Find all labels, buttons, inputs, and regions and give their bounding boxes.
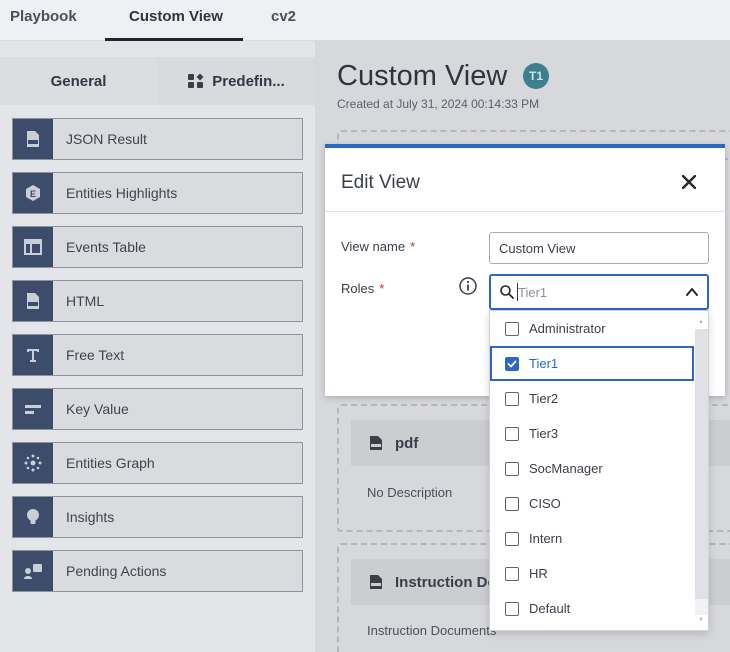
checkbox[interactable] <box>505 426 519 441</box>
lightbulb-icon <box>13 497 53 537</box>
checkbox[interactable] <box>505 321 519 336</box>
dialog-title: Edit View <box>341 172 420 193</box>
top-tab-bar: Playbook Custom View cv2 <box>0 0 730 41</box>
option-label: Tier1 <box>529 356 559 371</box>
checkbox[interactable] <box>505 531 519 546</box>
option-label: Tier3 <box>529 426 559 441</box>
close-icon <box>682 175 696 189</box>
scroll-up-icon[interactable]: ▲ <box>698 319 704 325</box>
dialog-divider <box>325 211 725 212</box>
widget-label: Free Text <box>66 347 125 363</box>
html-file-icon <box>13 281 53 321</box>
view-name-input[interactable]: Custom View <box>489 232 709 264</box>
tab-cv2[interactable]: cv2 <box>271 8 296 25</box>
role-option-hr[interactable]: HR <box>490 556 694 591</box>
role-option-tier1[interactable]: Tier1 <box>490 346 694 381</box>
required-marker: * <box>379 281 385 296</box>
widget-label: Entities Graph <box>66 455 155 471</box>
entity-hexagon-icon: E <box>13 173 53 213</box>
roles-label: Roles * <box>341 281 384 296</box>
role-option-socmanager[interactable]: SocManager <box>490 451 694 486</box>
close-button[interactable] <box>677 170 701 194</box>
file-icon <box>370 436 382 450</box>
checkbox[interactable] <box>505 391 519 406</box>
option-label: SocManager <box>529 461 603 476</box>
role-option-ciso[interactable]: CISO <box>490 486 694 521</box>
widget-json-result[interactable]: JSON Result <box>12 118 303 160</box>
scroll-down-icon[interactable]: ▼ <box>698 617 704 623</box>
role-option-tier3[interactable]: Tier3 <box>490 416 694 451</box>
widget-free-text[interactable]: Free Text <box>12 334 303 376</box>
widget-pending-actions[interactable]: Pending Actions <box>12 550 303 592</box>
role-option-intern[interactable]: Intern <box>490 521 694 556</box>
sidebar-tabs: General Predefin... <box>0 57 315 105</box>
checkbox[interactable] <box>505 461 519 476</box>
svg-text:E: E <box>30 189 36 199</box>
role-option-default[interactable]: Default <box>490 591 694 626</box>
tab-predefined-label: Predefin... <box>212 72 285 90</box>
widget-label: Entities Highlights <box>66 185 178 201</box>
card-description: No Description <box>367 485 453 500</box>
roles-label-text: Roles <box>341 281 375 296</box>
tab-predefined[interactable]: Predefin... <box>157 57 315 105</box>
widget-label: Insights <box>66 509 115 525</box>
widget-entities-graph[interactable]: Entities Graph <box>12 442 303 484</box>
tab-custom-view[interactable]: Custom View <box>129 8 223 25</box>
pending-actions-icon <box>13 551 53 591</box>
widget-entities-highlights[interactable]: E Entities Highlights <box>12 172 303 214</box>
option-label: CISO <box>529 496 561 511</box>
widget-label: JSON Result <box>66 131 147 147</box>
checkbox[interactable] <box>505 496 519 511</box>
search-icon <box>500 285 514 299</box>
card-title: pdf <box>395 434 419 452</box>
created-timestamp: Created at July 31, 2024 00:14:33 PM <box>337 97 540 111</box>
checkbox[interactable] <box>505 601 519 616</box>
view-name-label: View name * <box>341 239 415 254</box>
option-label: HR <box>529 566 548 581</box>
roles-dropdown: Administrator Tier1 Tier2 Tier3 SocManag… <box>489 310 709 631</box>
tab-general-label: General <box>50 72 107 90</box>
json-file-icon <box>13 119 53 159</box>
roles-search-input[interactable]: Tier1 <box>489 274 709 310</box>
checkmark-icon <box>507 360 517 367</box>
text-t-icon <box>13 335 53 375</box>
option-label: Tier2 <box>529 391 559 406</box>
scroll-thumb[interactable] <box>695 329 708 599</box>
widget-events-table[interactable]: Events Table <box>12 226 303 268</box>
widget-html[interactable]: HTML <box>12 280 303 322</box>
card-title: Instruction Do <box>395 573 497 591</box>
widget-label: Key Value <box>66 401 129 417</box>
predefined-widgets-icon <box>188 73 204 88</box>
checkbox-checked[interactable] <box>505 356 519 371</box>
graph-icon <box>13 443 53 483</box>
view-name-label-text: View name <box>341 239 406 254</box>
table-icon <box>13 227 53 267</box>
widget-key-value[interactable]: Key Value <box>12 388 303 430</box>
checkbox[interactable] <box>505 566 519 581</box>
required-marker: * <box>410 239 416 254</box>
widget-label: Pending Actions <box>66 563 167 579</box>
widget-label: Events Table <box>66 239 146 255</box>
roles-search-value: Tier1 <box>518 285 548 300</box>
avatar: T1 <box>523 63 549 89</box>
widget-insights[interactable]: Insights <box>12 496 303 538</box>
page-title: Custom View <box>337 60 508 92</box>
option-label: Administrator <box>529 321 606 336</box>
card-description: Instruction Documents <box>367 623 497 638</box>
role-option-tier2[interactable]: Tier2 <box>490 381 694 416</box>
option-label: Intern <box>529 531 563 546</box>
role-option-administrator[interactable]: Administrator <box>490 311 694 346</box>
dropdown-scrollbar[interactable]: ▲ ▼ <box>695 319 708 623</box>
option-label: Default <box>529 601 571 616</box>
widget-label: HTML <box>66 293 105 309</box>
tab-general[interactable]: General <box>0 57 157 105</box>
file-icon <box>370 575 382 589</box>
chevron-up-icon[interactable] <box>684 284 700 300</box>
tab-playbook[interactable]: Playbook <box>10 8 77 25</box>
key-value-icon <box>13 389 53 429</box>
info-icon[interactable] <box>458 276 478 296</box>
